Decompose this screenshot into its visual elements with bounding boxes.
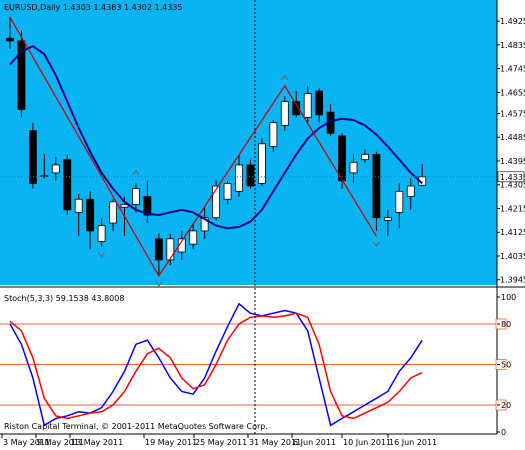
time-tick-label: 6 Jun 2011 — [293, 438, 336, 447]
bear-candle-body — [372, 153, 381, 219]
bull-candle-body — [383, 217, 392, 221]
price-tick-label: 1.4575 — [500, 109, 525, 118]
bear-candle-body — [28, 130, 37, 184]
bull-candle-body — [303, 93, 312, 118]
bull-candle-body — [120, 204, 129, 208]
time-tick-label: 13 May 2011 — [71, 438, 123, 447]
price-tick-label: 1.4125 — [500, 228, 525, 237]
stochastic-tick-label: 20 — [501, 401, 511, 410]
chart-window: 1.49251.48351.47451.46551.45751.44851.43… — [0, 0, 525, 447]
bear-candle-body — [154, 238, 163, 261]
bull-candle-body — [223, 183, 232, 200]
time-tick-label: 19 May 2011 — [145, 438, 197, 447]
bull-candle-body — [361, 153, 369, 161]
time-tick-label: 25 May 2011 — [195, 438, 247, 447]
bear-candle-body — [246, 164, 255, 187]
bull-candle-body — [74, 198, 83, 213]
bull-candle-body — [406, 185, 415, 197]
price-tick-label: 1.4215 — [500, 204, 525, 213]
copyright-text: Riston Capital Terminal, © 2001-2011 Met… — [4, 422, 268, 431]
candle — [63, 154, 72, 216]
bull-candle-body — [189, 230, 198, 245]
candle — [17, 30, 26, 118]
bull-candle-body — [280, 101, 289, 126]
price-tick-label: 1.4745 — [500, 65, 525, 74]
bear-candle-body — [6, 37, 14, 42]
price-tick-label: 1.4035 — [500, 252, 525, 261]
stochastic-tick-label: 80 — [501, 320, 511, 329]
bull-candle-body — [97, 225, 106, 242]
candle — [28, 122, 37, 189]
current-price-label: 1.4335 — [500, 173, 525, 182]
stochastic-tick-label: 50 — [501, 361, 511, 370]
price-tick-label: 1.3945 — [500, 276, 525, 285]
bear-candle-body — [86, 198, 95, 232]
bull-candle-body — [109, 201, 117, 224]
price-pane-background — [0, 0, 497, 285]
price-tick-label: 1.4655 — [500, 88, 525, 97]
bull-candle-body — [132, 188, 140, 205]
time-tick-label: 10 Jun 2011 — [343, 438, 391, 447]
time-tick-label: 16 Jun 2011 — [389, 438, 437, 447]
bear-candle-body — [63, 159, 72, 211]
bull-candle-body — [235, 164, 243, 192]
bear-candle-body — [315, 90, 324, 116]
stochastic-header: Stoch(5,3,3) 59.1538 43.8008 — [4, 294, 124, 303]
bull-candle-body — [166, 238, 175, 261]
candle — [257, 138, 266, 187]
time-axis-ticks: 3 May 20119 May 201113 May 2011 19 May 20… — [1, 434, 437, 447]
bull-candle-body — [51, 164, 60, 174]
bull-candle-body — [257, 143, 266, 184]
bull-candle-body — [395, 190, 404, 213]
stochastic-axis-ticks: 100 80 50 20 0 — [497, 293, 516, 437]
bear-candle-body — [338, 135, 346, 182]
candle — [280, 96, 289, 131]
stochastic-tick-label: 0 — [501, 428, 506, 437]
stochastic-tick-label: 100 — [501, 293, 516, 302]
price-chart-header: EURUSD,Daily 1.4303 1.4383 1.4302 1.4335 — [4, 3, 183, 12]
bull-candle-body — [269, 122, 278, 147]
bull-candle-body — [349, 161, 358, 174]
price-tick-label: 1.4395 — [500, 157, 525, 166]
bull-candle-body — [212, 185, 221, 219]
price-tick-label: 1.4485 — [500, 133, 525, 142]
bull-candle-body — [40, 175, 49, 177]
